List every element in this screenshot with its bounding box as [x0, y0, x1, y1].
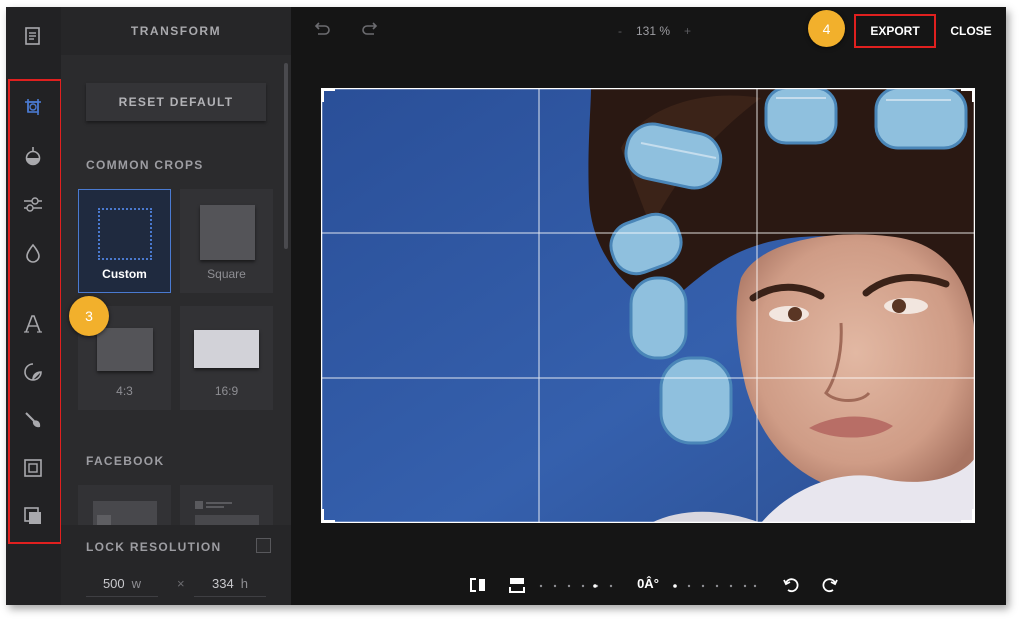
- zoom-in-button[interactable]: +: [684, 24, 691, 38]
- text-icon[interactable]: [20, 311, 46, 337]
- height-field[interactable]: 334 h: [194, 571, 266, 597]
- width-value: 500: [102, 576, 125, 591]
- height-unit: h: [240, 576, 248, 591]
- zoom-control: - 131 % +: [618, 24, 691, 38]
- panel-scrollbar[interactable]: [284, 63, 288, 249]
- undo-icon[interactable]: [312, 20, 330, 38]
- facebook-title: FACEBOOK: [86, 454, 165, 468]
- ratio-4-3-icon: [97, 328, 153, 371]
- width-unit: w: [131, 576, 142, 591]
- custom-crop-icon: [98, 208, 152, 260]
- photo-canvas[interactable]: [321, 88, 975, 523]
- tool-sidebar: [6, 7, 62, 605]
- crop-square-label: Square: [207, 267, 246, 281]
- ratio-16-9-icon: [194, 330, 259, 368]
- times-sign: ×: [177, 576, 185, 591]
- drop-icon[interactable]: [20, 240, 46, 266]
- layers-icon[interactable]: [20, 23, 46, 49]
- export-button[interactable]: EXPORT: [854, 14, 936, 48]
- crop-16-9-label: 16:9: [214, 384, 239, 398]
- zoom-level: 131 %: [636, 24, 671, 38]
- flip-vertical-icon[interactable]: [507, 575, 527, 595]
- brush-icon[interactable]: [20, 407, 46, 433]
- height-value: 334: [212, 576, 234, 591]
- square-crop-icon: [200, 205, 255, 260]
- crop-16-9-tile[interactable]: 16:9: [180, 306, 273, 410]
- crop-handle-bottom-right[interactable]: [961, 509, 975, 523]
- crop-handle-top-left[interactable]: [321, 88, 335, 102]
- lock-resolution-bar: LOCK RESOLUTION 500 w × 334 h: [61, 525, 291, 605]
- rotation-angle-label: 0Â°: [637, 576, 659, 591]
- lock-resolution-label: LOCK RESOLUTION: [86, 540, 222, 554]
- lock-resolution-checkbox[interactable]: [256, 538, 271, 553]
- adjust-sliders-icon[interactable]: [20, 191, 46, 217]
- flip-horizontal-icon[interactable]: [468, 575, 488, 595]
- panel-title: TRANSFORM: [61, 7, 291, 55]
- portrait-photo: [321, 88, 975, 523]
- sticker-icon[interactable]: [20, 359, 46, 385]
- overlay-icon[interactable]: [20, 503, 46, 529]
- crop-custom-tile[interactable]: Custom: [78, 189, 171, 293]
- crop-square-tile[interactable]: Square: [180, 189, 273, 293]
- width-field[interactable]: 500 w: [86, 571, 158, 597]
- rotate-left-icon[interactable]: [781, 575, 801, 595]
- crop-handle-top-right[interactable]: [961, 88, 975, 102]
- redo-icon[interactable]: [362, 20, 380, 38]
- step-badge-4: 4: [808, 10, 845, 47]
- canvas-area: - 131 % + 4 EXPORT CLOSE 0Â°: [291, 7, 1006, 605]
- close-button[interactable]: CLOSE: [945, 14, 997, 48]
- step-badge-3: 3: [69, 296, 109, 336]
- reset-default-button[interactable]: RESET DEFAULT: [86, 83, 266, 121]
- crop-handle-bottom-left[interactable]: [321, 509, 335, 523]
- rotation-bar: 0Â°: [291, 567, 1006, 605]
- crop-4-3-label: 4:3: [116, 384, 133, 398]
- zoom-out-button[interactable]: -: [618, 24, 622, 38]
- common-crops-title: COMMON CROPS: [86, 158, 204, 172]
- filter-icon[interactable]: [20, 143, 46, 169]
- frame-icon[interactable]: [20, 455, 46, 481]
- crop-custom-label: Custom: [102, 267, 147, 281]
- rotate-right-icon[interactable]: [820, 575, 840, 595]
- crop-icon[interactable]: [20, 94, 46, 120]
- photo-editor-window: TRANSFORM RESET DEFAULT COMMON CROPS Cus…: [6, 7, 1006, 605]
